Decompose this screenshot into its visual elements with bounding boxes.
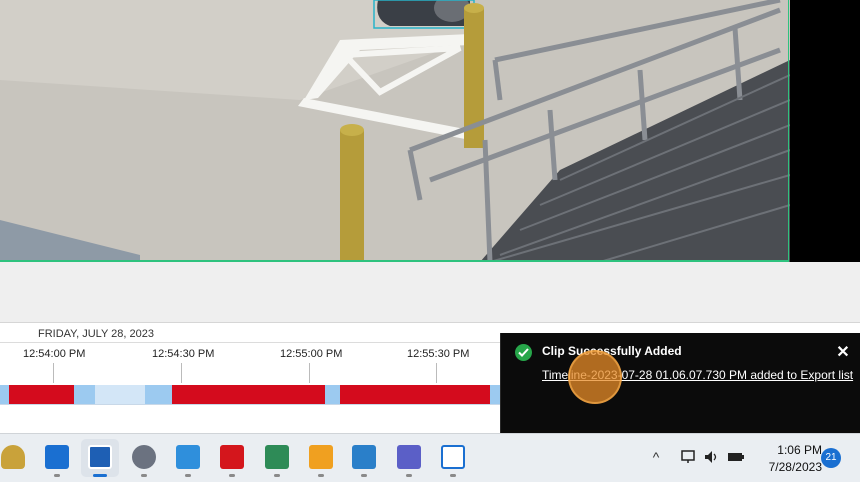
- running-indicator: [274, 474, 280, 477]
- track-segment-motion[interactable]: [325, 385, 340, 404]
- tick-mark: [181, 363, 182, 383]
- running-indicator: [54, 474, 60, 477]
- camera-image: [0, 0, 860, 262]
- acrobat-icon: [220, 445, 244, 469]
- running-indicator: [318, 474, 324, 477]
- track-segment-motion[interactable]: [74, 385, 95, 404]
- running-indicator: [406, 474, 412, 477]
- taskbar: ^ 1:06 PM 7/28/2023 21: [0, 433, 860, 482]
- export-list-link[interactable]: Timeline-2023-07-28 01.06.07.730 PM adde…: [542, 368, 853, 382]
- taskbar-app-snagit[interactable]: [345, 439, 383, 477]
- mail-security-icon: [1, 445, 25, 469]
- tick-label: 12:54:00 PM: [23, 348, 86, 360]
- running-indicator: [361, 474, 367, 477]
- track-segment-motion[interactable]: [490, 385, 500, 404]
- snagit-icon: [352, 445, 376, 469]
- tick-label: 12:55:00 PM: [280, 348, 343, 360]
- presentation-icon: [309, 445, 333, 469]
- tick-mark: [436, 363, 437, 383]
- clip-added-toast: Clip Successfully Added ✕ Timeline-2023-…: [500, 333, 860, 433]
- camera-view[interactable]: [0, 0, 860, 262]
- track-segment-motion[interactable]: [145, 385, 172, 404]
- running-indicator: [229, 474, 235, 477]
- track-segment-recorded[interactable]: [9, 385, 74, 404]
- taskbar-app-presentation[interactable]: [302, 439, 340, 477]
- tick-mark: [53, 363, 54, 383]
- taskbar-app-spreadsheet[interactable]: [258, 439, 296, 477]
- running-indicator: [185, 474, 191, 477]
- toast-title: Clip Successfully Added: [542, 344, 682, 358]
- clock-date[interactable]: 7/28/2023: [756, 460, 822, 474]
- video-surveillance-icon: [88, 445, 112, 469]
- timeline-date-label: FRIDAY, JULY 28, 2023: [38, 328, 154, 340]
- taskbar-app-acrobat[interactable]: [213, 439, 251, 477]
- track-segment-motion[interactable]: [0, 385, 9, 404]
- close-icon[interactable]: ✕: [835, 345, 851, 361]
- track-segment-recorded[interactable]: [172, 385, 325, 404]
- volume-icon[interactable]: [703, 449, 721, 465]
- spreadsheet-icon: [265, 445, 289, 469]
- taskbar-app-teams[interactable]: [390, 439, 428, 477]
- outlook-icon: [45, 445, 69, 469]
- tick-label: 12:55:30 PM: [407, 348, 470, 360]
- taskbar-app-surveillance[interactable]: [81, 439, 119, 477]
- running-indicator: [450, 474, 456, 477]
- running-indicator: [141, 474, 147, 477]
- tick-label: 12:54:30 PM: [152, 348, 215, 360]
- tick-mark: [309, 363, 310, 383]
- taskbar-app-notepad[interactable]: [169, 439, 207, 477]
- window-app-icon: [441, 445, 465, 469]
- success-check-icon: [515, 344, 532, 361]
- clock-time[interactable]: 1:06 PM: [766, 443, 822, 457]
- taskbar-app-mail-security[interactable]: [0, 439, 32, 477]
- chevron-up-icon[interactable]: ^: [648, 449, 664, 465]
- teams-icon: [397, 445, 421, 469]
- taskbar-app-window[interactable]: [434, 439, 472, 477]
- notification-badge[interactable]: 21: [821, 448, 841, 468]
- settings-icon: [132, 445, 156, 469]
- taskbar-app-settings[interactable]: [125, 439, 163, 477]
- notepad-icon: [176, 445, 200, 469]
- network-icon[interactable]: [680, 449, 698, 465]
- panel-background: [0, 262, 860, 322]
- battery-icon[interactable]: [727, 449, 745, 465]
- track-segment-recorded[interactable]: [340, 385, 490, 404]
- running-indicator: [93, 474, 107, 477]
- taskbar-app-outlook[interactable]: [38, 439, 76, 477]
